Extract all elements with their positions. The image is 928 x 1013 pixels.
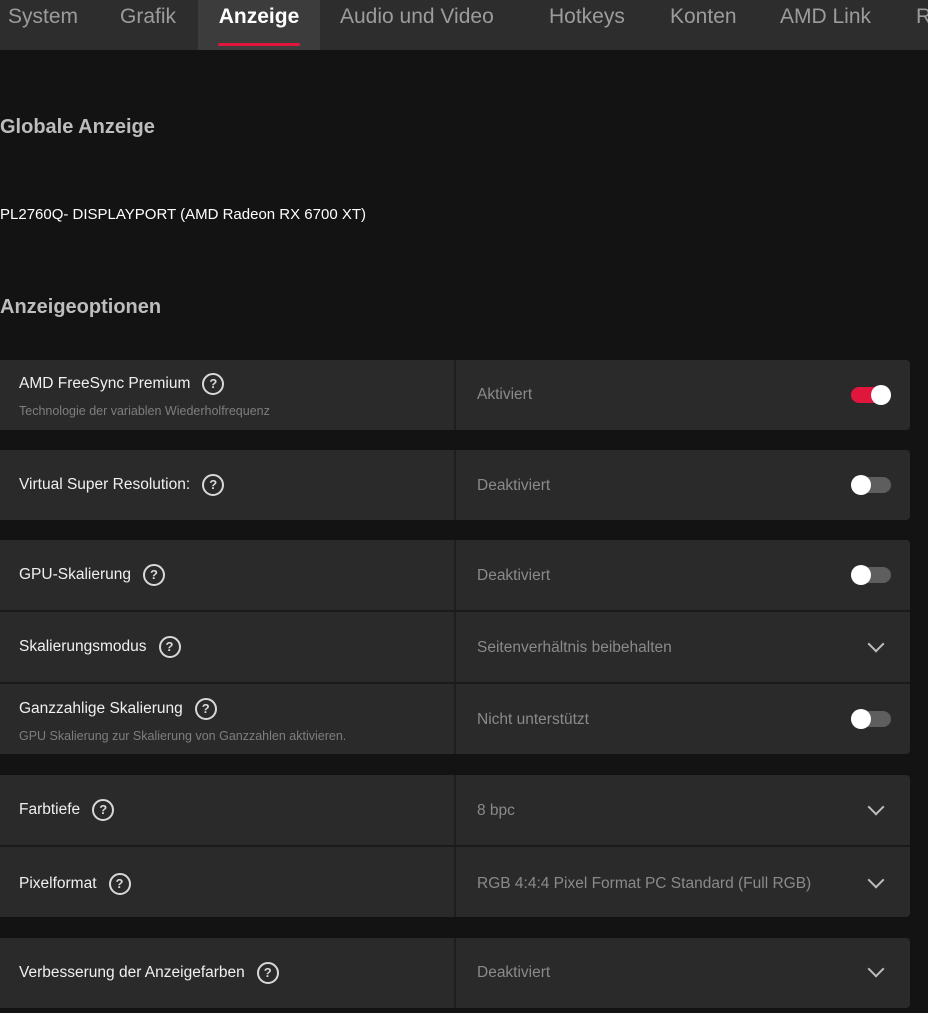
gpu-scaling-left: GPU-Skalierung ?	[0, 540, 454, 610]
tab-anzeige-label: Anzeige	[218, 5, 300, 28]
vsr-right: Deaktiviert	[456, 450, 910, 520]
tab-grafik[interactable]: Grafik	[120, 0, 176, 50]
pixel-format-label: Pixelformat	[19, 875, 97, 892]
color-enhance-label-wrap: Verbesserung der Anzeigefarben ?	[19, 962, 279, 984]
scaling-mode-left: Skalierungsmodus ?	[0, 612, 454, 682]
help-icon[interactable]: ?	[158, 636, 181, 658]
color-enhance-value: Deaktiviert	[477, 964, 551, 981]
toggle-knob	[851, 565, 871, 585]
scaling-mode-dropdown[interactable]: Seitenverhältnis beibehalten	[456, 612, 910, 682]
color-depth-label-wrap: Farbtiefe ?	[19, 799, 115, 821]
tab-konten[interactable]: Konten	[670, 0, 737, 50]
scaling-mode-label: Skalierungsmodus	[19, 638, 147, 655]
tab-system[interactable]: System	[8, 0, 78, 50]
color-enhance-label: Verbesserung der Anzeigefarben	[19, 964, 245, 981]
integer-scaling-left: Ganzzahlige Skalierung ? GPU Skalierung …	[0, 684, 454, 754]
global-display-heading: Globale Anzeige	[0, 116, 155, 138]
freesync-subtitle: Technologie der variablen Wiederholfrequ…	[19, 404, 270, 418]
gpu-scaling-right: Deaktiviert	[456, 540, 910, 610]
scaling-mode-row[interactable]: Skalierungsmodus ? Seitenverhältnis beib…	[0, 612, 910, 682]
color-depth-row[interactable]: Farbtiefe ? 8 bpc	[0, 775, 910, 845]
freesync-row: AMD FreeSync Premium ? Technologie der v…	[0, 360, 910, 430]
help-icon[interactable]: ?	[143, 564, 165, 586]
display-name[interactable]: PL2760Q- DISPLAYPORT (AMD Radeon RX 6700…	[0, 206, 366, 223]
integer-scaling-subtitle: GPU Skalierung zur Skalierung von Ganzza…	[19, 729, 347, 743]
color-enhance-row[interactable]: Verbesserung der Anzeigefarben ? Deaktiv…	[0, 938, 910, 1008]
vsr-label-wrap: Virtual Super Resolution: ?	[19, 474, 225, 496]
vsr-value: Deaktiviert	[477, 477, 551, 494]
integer-scaling-row: Ganzzahlige Skalierung ? GPU Skalierung …	[0, 684, 910, 754]
freesync-left: AMD FreeSync Premium ? Technologie der v…	[0, 360, 454, 430]
scaling-mode-label-wrap: Skalierungsmodus ?	[19, 636, 181, 658]
help-icon[interactable]: ?	[108, 873, 131, 895]
tab-more[interactable]: R	[916, 0, 928, 50]
integer-scaling-label: Ganzzahlige Skalierung	[19, 700, 183, 717]
integer-scaling-right: Nicht unterstützt	[456, 684, 910, 754]
toggle-knob	[851, 475, 871, 495]
chevron-down-icon	[867, 871, 885, 889]
pixel-format-row[interactable]: Pixelformat ? RGB 4:4:4 Pixel Format PC …	[0, 847, 910, 917]
pixel-format-label-wrap: Pixelformat ?	[19, 873, 131, 895]
vsr-row: Virtual Super Resolution: ? Deaktiviert	[0, 450, 910, 520]
chevron-down-icon	[867, 960, 885, 978]
integer-scaling-value: Nicht unterstützt	[477, 711, 589, 728]
integer-scaling-label-wrap: Ganzzahlige Skalierung ?	[19, 698, 217, 720]
top-nav: System Grafik Anzeige Audio und Video Ho…	[0, 0, 928, 50]
color-enhance-left: Verbesserung der Anzeigefarben ?	[0, 938, 454, 1008]
help-icon[interactable]: ?	[202, 373, 225, 395]
display-options-heading: Anzeigeoptionen	[0, 296, 162, 318]
color-depth-label: Farbtiefe	[19, 801, 81, 818]
tab-hotkeys[interactable]: Hotkeys	[549, 0, 625, 50]
pixel-format-dropdown[interactable]: RGB 4:4:4 Pixel Format PC Standard (Full…	[456, 847, 910, 917]
pixel-format-left: Pixelformat ?	[0, 847, 454, 917]
help-icon[interactable]: ?	[194, 698, 217, 720]
help-icon[interactable]: ?	[256, 962, 279, 984]
gpu-scaling-label: GPU-Skalierung	[19, 566, 131, 583]
freesync-right: Aktiviert	[456, 360, 910, 430]
freesync-toggle[interactable]	[851, 385, 891, 405]
gpu-scaling-row: GPU-Skalierung ? Deaktiviert	[0, 540, 910, 610]
pixel-format-value: RGB 4:4:4 Pixel Format PC Standard (Full…	[477, 875, 812, 892]
freesync-label-wrap: AMD FreeSync Premium ?	[19, 373, 225, 395]
color-enhance-dropdown[interactable]: Deaktiviert	[456, 938, 910, 1008]
tab-anzeige[interactable]: Anzeige	[198, 0, 320, 50]
tab-audio-video[interactable]: Audio und Video	[340, 0, 494, 50]
chevron-down-icon	[867, 635, 885, 653]
freesync-value: Aktiviert	[477, 386, 533, 403]
vsr-left: Virtual Super Resolution: ?	[0, 450, 454, 520]
freesync-label: AMD FreeSync Premium	[19, 375, 191, 392]
help-icon[interactable]: ?	[202, 474, 225, 496]
toggle-knob	[871, 385, 891, 405]
chevron-down-icon	[867, 798, 885, 816]
vsr-toggle[interactable]	[851, 475, 891, 495]
toggle-knob	[851, 709, 871, 729]
gpu-scaling-value: Deaktiviert	[477, 567, 551, 584]
gpu-scaling-label-wrap: GPU-Skalierung ?	[19, 564, 165, 586]
tab-amd-link[interactable]: AMD Link	[780, 0, 871, 50]
color-depth-value: 8 bpc	[477, 802, 515, 819]
integer-scaling-toggle[interactable]	[851, 709, 891, 729]
color-depth-left: Farbtiefe ?	[0, 775, 454, 845]
scaling-mode-value: Seitenverhältnis beibehalten	[477, 639, 672, 656]
color-depth-dropdown[interactable]: 8 bpc	[456, 775, 910, 845]
vsr-label: Virtual Super Resolution:	[19, 476, 191, 493]
help-icon[interactable]: ?	[92, 799, 115, 821]
active-tab-indicator	[218, 43, 300, 46]
gpu-scaling-toggle[interactable]	[851, 565, 891, 585]
